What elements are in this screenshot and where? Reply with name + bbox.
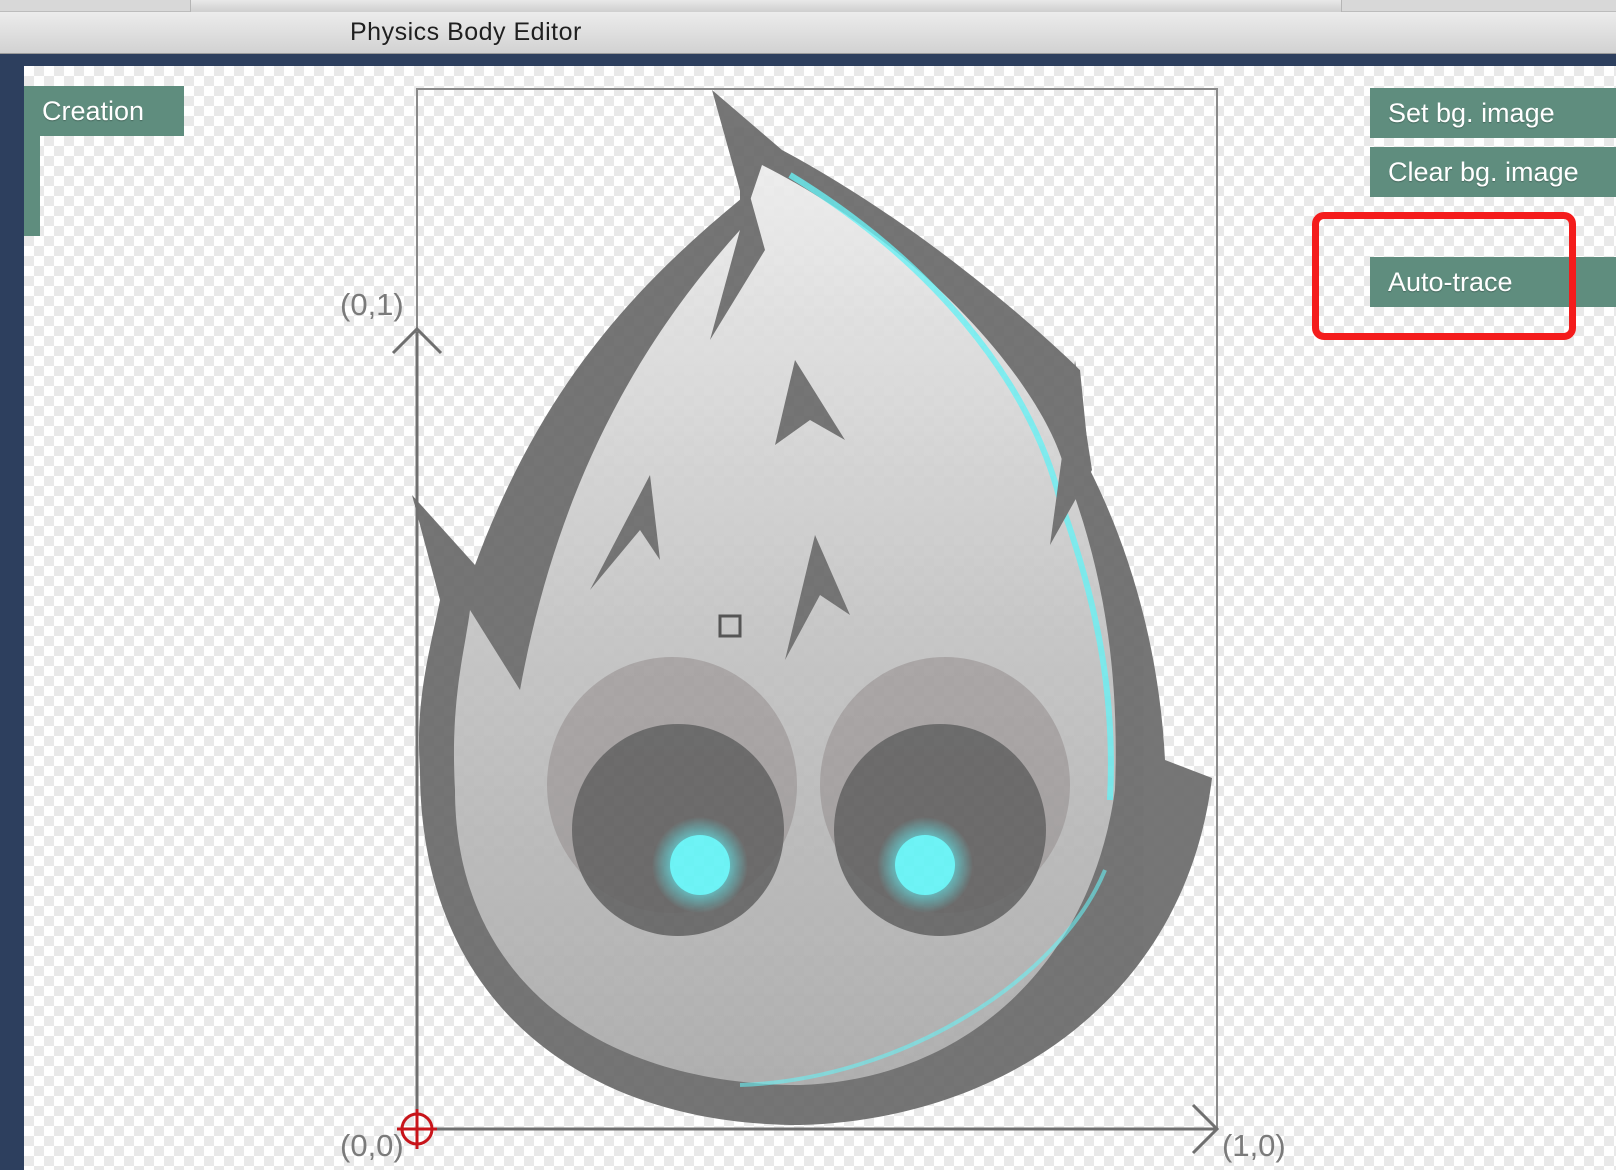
y-axis-label: (0,1) [340, 287, 404, 322]
highlight-annotation [1312, 212, 1576, 340]
origin-label: (0,0) [340, 1128, 404, 1163]
cocos-mascot-sprite [412, 90, 1212, 1125]
clear-bg-image-button[interactable]: Clear bg. image [1370, 147, 1616, 197]
creation-button[interactable]: Creation [24, 86, 184, 136]
right-pupil [895, 835, 955, 895]
set-bg-image-button[interactable]: Set bg. image [1370, 88, 1616, 138]
x-axis-label: (1,0) [1222, 1128, 1286, 1163]
left-pupil [670, 835, 730, 895]
mascot-body [453, 165, 1116, 1085]
